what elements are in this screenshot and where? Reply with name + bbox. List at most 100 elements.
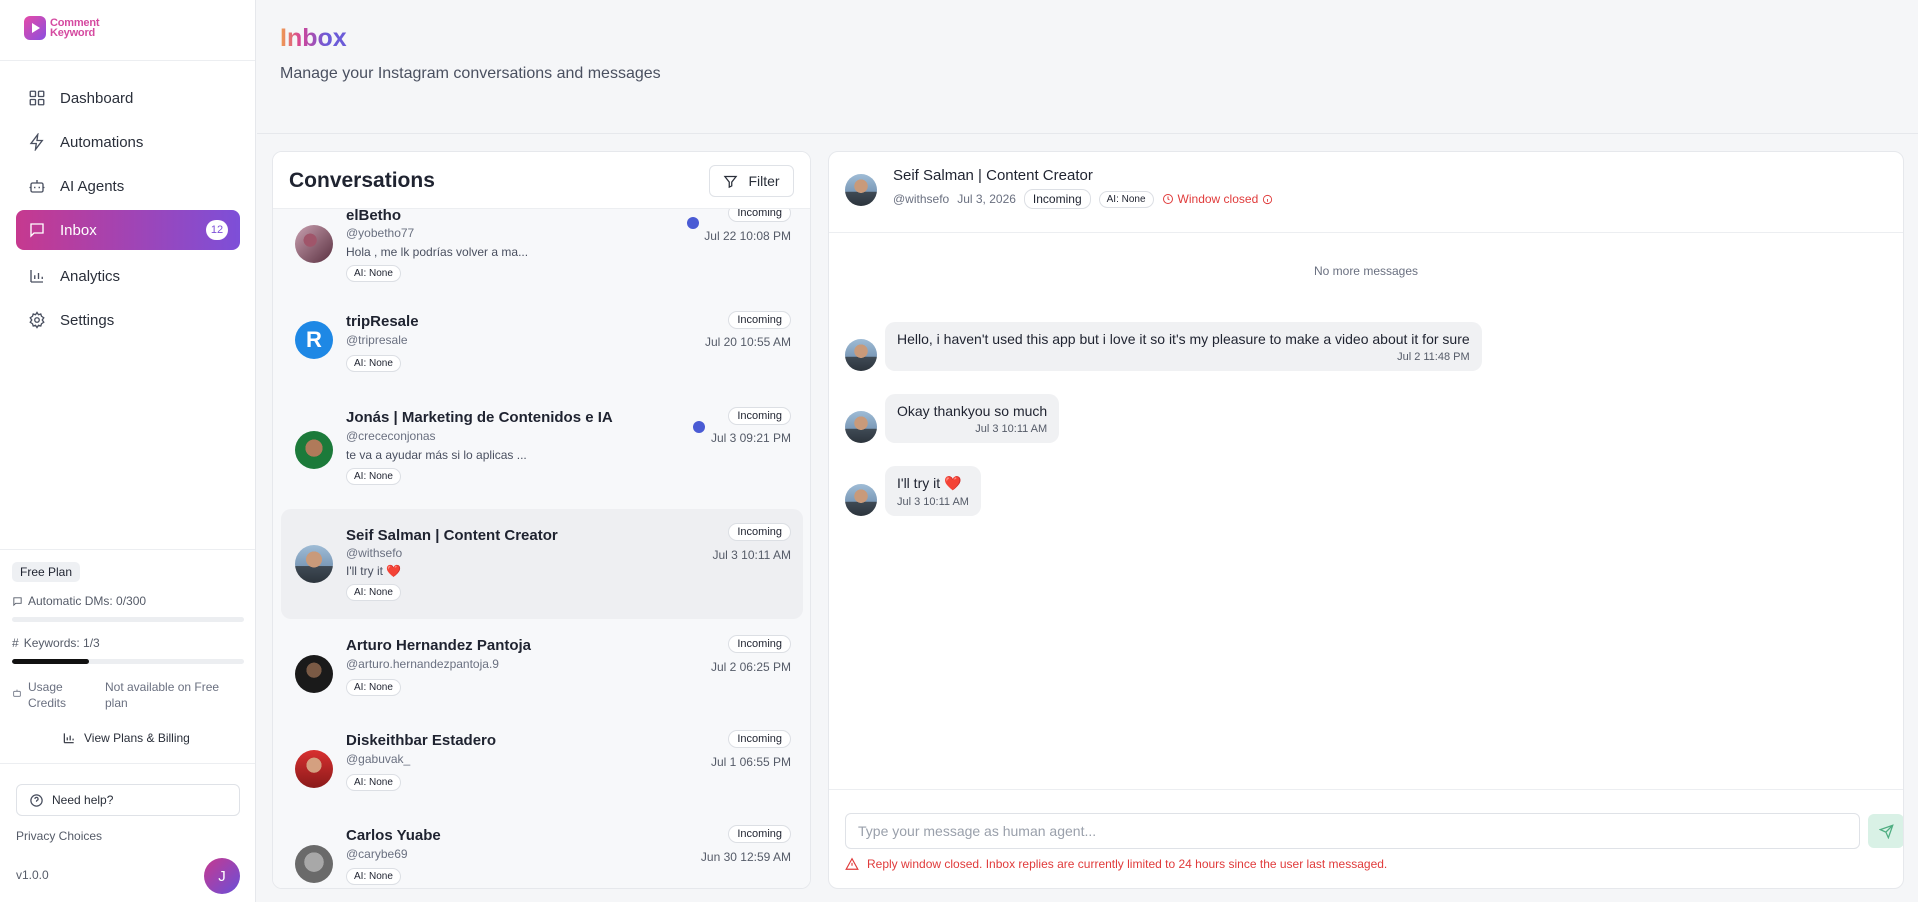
avatar: R: [295, 321, 333, 359]
send-button[interactable]: [1868, 814, 1903, 848]
divider: [0, 763, 255, 764]
plan-badge: Free Plan: [12, 562, 81, 582]
no-more-messages: No more messages: [1313, 264, 1419, 278]
status-badge: Incoming: [728, 209, 791, 222]
conversation-time: Jul 22 10:08 PM: [704, 229, 791, 243]
conversation-handle: @tripresale: [346, 333, 408, 347]
logo-line2: Keyword: [50, 27, 96, 39]
chat-date: Jul 3, 2026: [957, 192, 1016, 206]
divider: [0, 60, 255, 61]
list-item[interactable]: Jonás | Marketing de Contenidos e IA @cr…: [281, 399, 803, 507]
conversation-name: Carlos Yuabe: [346, 827, 441, 844]
need-help-button[interactable]: Need help?: [16, 784, 240, 816]
conversation-time: Jul 3 10:11 AM: [712, 548, 792, 562]
status-badge: Incoming: [728, 523, 791, 541]
message-input[interactable]: [845, 813, 1860, 849]
app-logo[interactable]: Comment Keyword: [24, 16, 100, 40]
robot-icon: [13, 689, 21, 697]
sidebar-item-analytics[interactable]: Analytics: [16, 256, 240, 296]
message: Okay thankyou so much Jul 3 10:11 AM: [845, 394, 1060, 443]
sidebar-item-label: Analytics: [60, 267, 121, 285]
message-time: Jul 2 11:48 PM: [1397, 351, 1470, 363]
avatar: [295, 845, 333, 883]
message-time: Jul 3 10:11 AM: [975, 423, 1048, 435]
message-text: Hello, i haven't used this app but i lov…: [897, 331, 1470, 347]
chat-header: Seif Salman | Content Creator @withsefo …: [829, 152, 1903, 233]
list-item-selected[interactable]: Seif Salman | Content Creator @withsefo …: [281, 509, 803, 619]
conversation-time: Jun 30 12:59 AM: [700, 850, 791, 864]
divider: [257, 133, 1918, 134]
conversations-panel: Conversations Filter elBetho @yobetho77 …: [272, 151, 811, 889]
avatar: [295, 431, 333, 469]
sidebar-item-inbox[interactable]: Inbox 12: [16, 210, 240, 250]
unread-dot: [693, 421, 705, 433]
divider: [0, 549, 255, 550]
avatar: [845, 484, 877, 516]
message-time: Jul 3 10:11 AM: [897, 496, 969, 508]
hash-icon: #: [12, 636, 19, 650]
logo-play-icon: [24, 16, 46, 40]
question-icon: [30, 793, 43, 807]
gear-icon: [29, 311, 45, 329]
sidebar-item-ai-agents[interactable]: AI Agents: [16, 166, 240, 206]
page-title: Inbox: [280, 24, 347, 52]
message-text: Okay thankyou so much: [897, 403, 1048, 419]
conversation-handle: @gabuvak_: [346, 752, 411, 766]
sidebar-item-label: Automations: [60, 133, 144, 151]
chat-handle: @withsefo: [893, 192, 950, 206]
unread-dot: [687, 217, 699, 229]
reply-window-warning: Reply window closed. Inbox replies are c…: [845, 857, 1387, 871]
list-item[interactable]: Carlos Yuabe @carybe69 AI: None Incoming…: [281, 809, 803, 888]
status-badge: Incoming: [728, 407, 791, 425]
message-bubble: Hello, i haven't used this app but i lov…: [885, 322, 1482, 371]
conversation-name: Seif Salman | Content Creator: [346, 527, 558, 544]
filter-icon: [724, 175, 738, 188]
user-avatar[interactable]: J: [204, 858, 240, 894]
warning-text: Reply window closed. Inbox replies are c…: [867, 857, 1388, 871]
conversation-handle: @crececonjonas: [346, 429, 436, 443]
conversation-list[interactable]: elBetho @yobetho77 Hola , me lk podrías …: [273, 209, 810, 888]
ai-badge: AI: None: [346, 265, 401, 282]
sidebar-item-dashboard[interactable]: Dashboard: [16, 78, 240, 118]
conversation-handle: @withsefo: [346, 546, 403, 560]
avatar: [845, 411, 877, 443]
bar-chart-icon: [63, 733, 74, 744]
status-badge: Incoming: [1023, 189, 1091, 209]
conversation-handle: @carybe69: [346, 847, 408, 861]
chat-panel: Seif Salman | Content Creator @withsefo …: [828, 151, 1904, 889]
ai-badge: AI: None: [1098, 190, 1154, 208]
sidebar-item-automations[interactable]: Automations: [16, 122, 240, 162]
robot-icon: [29, 180, 45, 193]
keywords-label: Keywords: 1/3: [23, 636, 100, 650]
sidebar-item-label: Settings: [60, 311, 115, 329]
chat-icon: [30, 223, 44, 238]
need-help-label: Need help?: [52, 793, 114, 807]
list-item[interactable]: Diskeithbar Estadero @gabuvak_ AI: None …: [281, 715, 803, 807]
filter-button[interactable]: Filter: [709, 165, 794, 197]
privacy-choices-link[interactable]: Privacy Choices: [16, 829, 102, 843]
conversation-handle: @arturo.hernandezpantoja.9: [346, 657, 499, 671]
conversation-name: Diskeithbar Estadero: [346, 732, 497, 749]
keywords-bar-fill: [12, 659, 90, 664]
conversation-name: Arturo Hernandez Pantoja: [346, 637, 532, 654]
list-item[interactable]: R tripResale @tripresale AI: None Incomi…: [281, 305, 803, 395]
conversation-name: elBetho: [346, 209, 402, 224]
keywords-usage: # Keywords: 1/3: [12, 636, 100, 650]
ai-badge: AI: None: [346, 774, 401, 791]
sidebar-item-settings[interactable]: Settings: [16, 300, 240, 340]
view-plans-link[interactable]: View Plans & Billing: [62, 731, 190, 745]
sidebar-item-label: Inbox: [60, 221, 97, 239]
sidebar-nav: Dashboard Automations AI Agents Inbox 12…: [16, 78, 240, 344]
filter-label: Filter: [748, 173, 780, 189]
divider: [829, 789, 1903, 790]
bar-chart-icon: [30, 270, 43, 283]
message-text: I'll try it ❤️: [897, 475, 962, 491]
ai-badge: AI: None: [346, 868, 401, 885]
list-item[interactable]: elBetho @yobetho77 Hola , me lk podrías …: [281, 209, 803, 285]
list-item[interactable]: Arturo Hernandez Pantoja @arturo.hernand…: [281, 621, 803, 713]
send-icon: [1878, 823, 1894, 839]
message: Hello, i haven't used this app but i lov…: [845, 322, 1482, 371]
conversations-title: Conversations: [289, 169, 435, 192]
info-icon[interactable]: [1262, 194, 1273, 205]
usage-credits-label: Usage Credits: [28, 680, 67, 710]
